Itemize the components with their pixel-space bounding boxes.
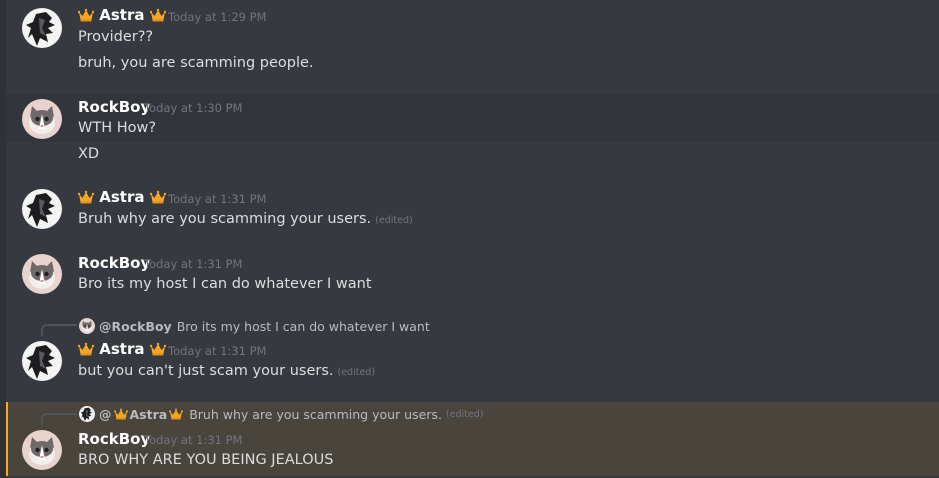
crown-icon [114, 408, 128, 420]
author-name[interactable]: RockBoy [78, 254, 150, 272]
author-name[interactable]: Astra [78, 6, 166, 24]
reply-spine [41, 324, 77, 336]
rockboy-avatar[interactable] [22, 99, 62, 139]
message-text: but you can't just scam your users. (edit… [78, 363, 376, 379]
astra-avatar[interactable] [22, 341, 62, 381]
rockboy-avatar[interactable] [22, 430, 62, 470]
reply-spine [41, 413, 77, 425]
edited-label: (edited) [375, 215, 413, 226]
crown-icon [78, 8, 94, 22]
timestamp: Today at 1:30 PM [144, 101, 243, 115]
author-name[interactable]: Astra [78, 340, 166, 358]
timestamp: Today at 1:29 PM [168, 10, 267, 24]
message-text: XD [78, 146, 100, 162]
message-text: BRO WHY ARE YOU BEING JEALOUS [78, 452, 334, 468]
crown-icon [169, 408, 183, 420]
crown-icon [150, 190, 166, 204]
author-name[interactable]: RockBoy [78, 430, 150, 448]
astra-avatar[interactable] [22, 8, 62, 48]
timestamp: Today at 1:31 PM [168, 344, 267, 358]
reply-text: Bro its my host I can do whatever I want [176, 318, 430, 334]
message-text: Bruh why are you scamming your users. (ed… [78, 211, 413, 227]
rockboy-avatar[interactable] [22, 254, 62, 294]
crown-icon [150, 8, 166, 22]
crown-icon [78, 190, 94, 204]
message-text: Bro its my host I can do whatever I want [78, 276, 372, 292]
edited-label: (edited) [337, 367, 376, 378]
astra-mini-avatar [79, 406, 95, 422]
reply-text: Bruh why are you scamming your users. [189, 406, 442, 422]
reply-preview[interactable]: @ Astra Bruh why are you scamming your u… [79, 406, 483, 422]
timestamp: Today at 1:31 PM [168, 192, 267, 206]
reply-author: @RockBoy [99, 318, 172, 334]
timestamp: Today at 1:31 PM [144, 257, 243, 271]
author-name[interactable]: Astra [78, 188, 166, 206]
timestamp: Today at 1:31 PM [144, 433, 243, 447]
author-name[interactable]: RockBoy [78, 98, 150, 116]
message-text: Provider?? [78, 29, 154, 45]
reply-preview[interactable]: @RockBoy Bro its my host I can do whatev… [79, 318, 430, 334]
rockboy-mini-avatar [79, 318, 95, 334]
edited-label: (edited) [445, 408, 484, 420]
reply-at: @ [99, 406, 112, 422]
crown-icon [78, 342, 94, 356]
crown-icon [150, 342, 166, 356]
message-text: bruh, you are scamming people. [78, 55, 314, 71]
astra-avatar[interactable] [22, 189, 62, 229]
reply-author: Astra [129, 406, 168, 422]
message-text: WTH How? [78, 120, 157, 136]
